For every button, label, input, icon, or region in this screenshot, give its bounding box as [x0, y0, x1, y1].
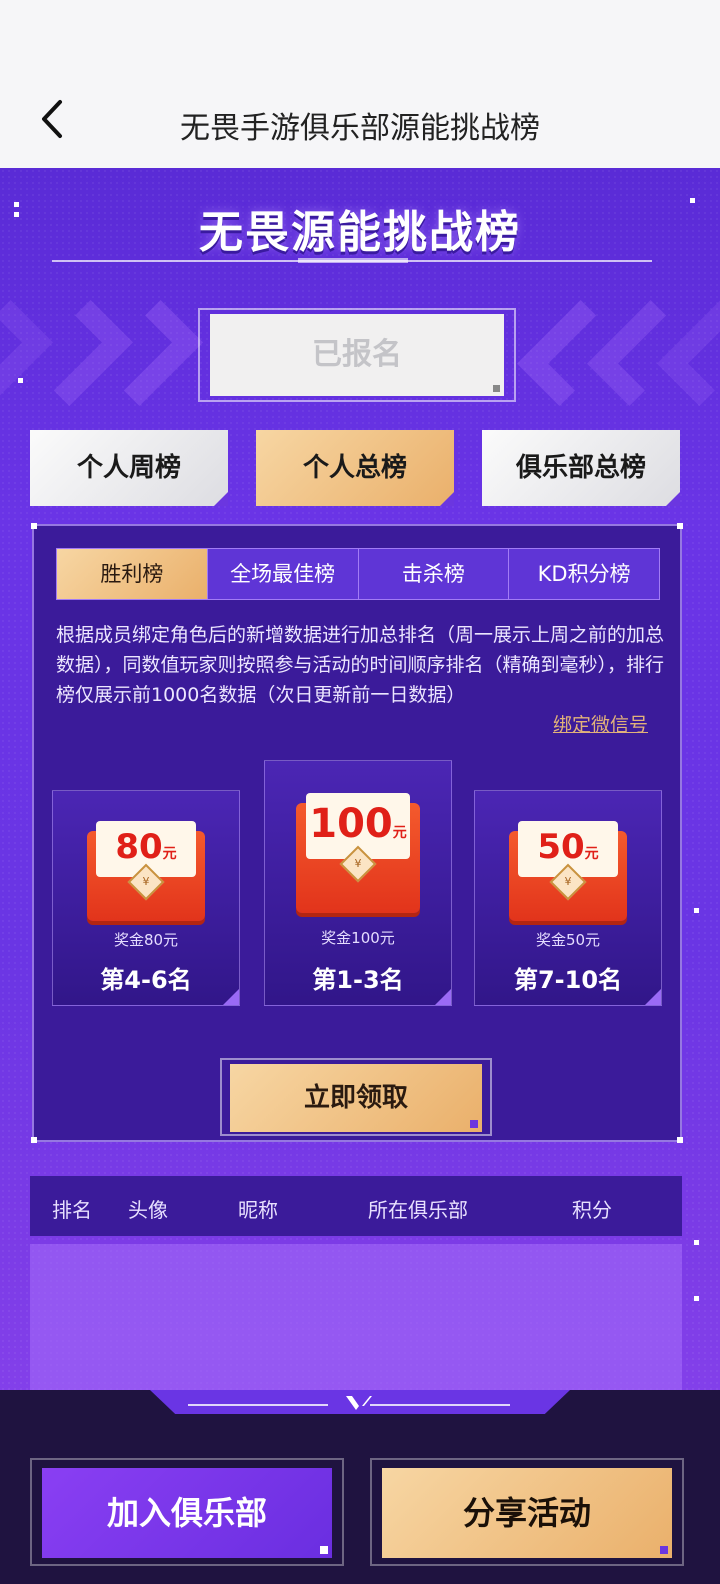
column-avatar: 头像	[128, 1198, 168, 1222]
leaderboard-header: 排名 头像 昵称 所在俱乐部 积分	[30, 1176, 682, 1236]
page-title: 无畏手游俱乐部源能挑战榜	[180, 111, 540, 146]
column-rank: 排名	[52, 1198, 92, 1222]
column-nickname: 昵称	[238, 1198, 278, 1222]
tab-kd-score[interactable]: KD积分榜	[509, 549, 659, 599]
status-bar	[0, 0, 720, 70]
share-activity-button[interactable]: 分享活动	[382, 1468, 672, 1558]
corner-dot	[31, 1137, 37, 1143]
decor-dot	[694, 1240, 699, 1245]
claim-label: 立即领取	[303, 1083, 408, 1113]
tab-wins[interactable]: 胜利榜	[57, 549, 208, 599]
column-club: 所在俱乐部	[368, 1198, 468, 1222]
valorant-logo-icon	[344, 1394, 374, 1417]
title-divider-accent	[298, 258, 408, 263]
prize-rank: 第4-6名	[100, 966, 192, 994]
claim-now-button[interactable]: 立即领取	[230, 1064, 482, 1132]
red-envelope-icon: 50元 ¥	[509, 821, 627, 921]
corner-mark	[666, 492, 680, 506]
corner-dot	[320, 1546, 328, 1554]
red-envelope-icon: 100元 ¥	[296, 793, 420, 913]
event-main: 无畏源能挑战榜 已报名 个人周榜 个人总榜 俱乐部总榜 胜利榜 全场最佳榜 击杀…	[0, 168, 720, 1584]
notch-divider	[188, 1404, 328, 1406]
tab-mvp[interactable]: 全场最佳榜	[207, 549, 359, 599]
prize-value: 100	[309, 801, 393, 847]
tab-kills[interactable]: 击杀榜	[358, 549, 510, 599]
tab-personal-weekly[interactable]: 个人周榜	[30, 430, 228, 506]
tab-label: 个人周榜	[76, 453, 181, 483]
prize-card-7-10: 50元 ¥ 奖金50元 第7-10名	[474, 790, 662, 1006]
prize-card-1-3: 100元 ¥ 奖金100元 第1-3名	[264, 760, 452, 1006]
prize-amount: 奖金50元	[535, 931, 601, 949]
leaderboard-list	[30, 1244, 682, 1394]
corner-mark	[645, 989, 661, 1005]
ranking-panel: 胜利榜 全场最佳榜 击杀榜 KD积分榜 根据成员绑定角色后的新增数据进行加总排名…	[31, 523, 683, 1143]
rules-description: 根据成员绑定角色后的新增数据进行加总排名（周一展示上周之前的加总数据），同数值玩…	[56, 624, 665, 706]
prize-unit: 元	[392, 825, 407, 841]
prize-card-4-6: 80元 ¥ 奖金80元 第4-6名	[52, 790, 240, 1006]
corner-mark	[214, 492, 228, 506]
decor-dot	[18, 378, 23, 383]
tab-label: 个人总榜	[302, 453, 407, 483]
corner-dot	[493, 385, 500, 392]
tab-club-total[interactable]: 俱乐部总榜	[482, 430, 680, 506]
tab-label: 俱乐部总榜	[515, 453, 646, 483]
prize-value: 50	[537, 827, 585, 867]
corner-mark	[440, 492, 454, 506]
corner-dot	[677, 523, 683, 529]
red-envelope-icon: 80元 ¥	[87, 821, 205, 921]
corner-dot	[677, 1137, 683, 1143]
bind-wechat-link[interactable]: 绑定微信号	[553, 710, 648, 737]
nav-bar: 无畏手游俱乐部源能挑战榜	[0, 70, 720, 168]
prize-unit: 元	[584, 846, 599, 862]
signed-up-button[interactable]: 已报名	[210, 314, 504, 396]
tab-personal-total[interactable]: 个人总榜	[256, 430, 454, 506]
notch-divider	[370, 1404, 510, 1406]
hero-title: 无畏源能挑战榜	[199, 207, 521, 258]
share-label: 分享活动	[462, 1494, 591, 1532]
decor-dot	[694, 908, 699, 913]
corner-dot	[31, 523, 37, 529]
column-score: 积分	[572, 1198, 612, 1222]
corner-mark	[435, 989, 451, 1005]
corner-dot	[660, 1546, 668, 1554]
prize-value: 80	[115, 827, 163, 867]
prize-amount: 奖金80元	[113, 931, 179, 949]
signup-label: 已报名	[312, 337, 402, 372]
chevron-decoration	[96, 299, 204, 407]
prize-unit: 元	[162, 846, 177, 862]
prize-amount: 奖金100元	[321, 929, 395, 947]
prize-rank: 第7-10名	[513, 966, 623, 994]
sub-tabs: 胜利榜 全场最佳榜 击杀榜 KD积分榜	[56, 548, 660, 600]
decor-dot	[694, 1296, 699, 1301]
prize-rank: 第1-3名	[312, 966, 404, 994]
corner-mark	[223, 989, 239, 1005]
join-label: 加入俱乐部	[106, 1494, 267, 1532]
corner-dot	[470, 1120, 478, 1128]
join-club-button[interactable]: 加入俱乐部	[42, 1468, 332, 1558]
